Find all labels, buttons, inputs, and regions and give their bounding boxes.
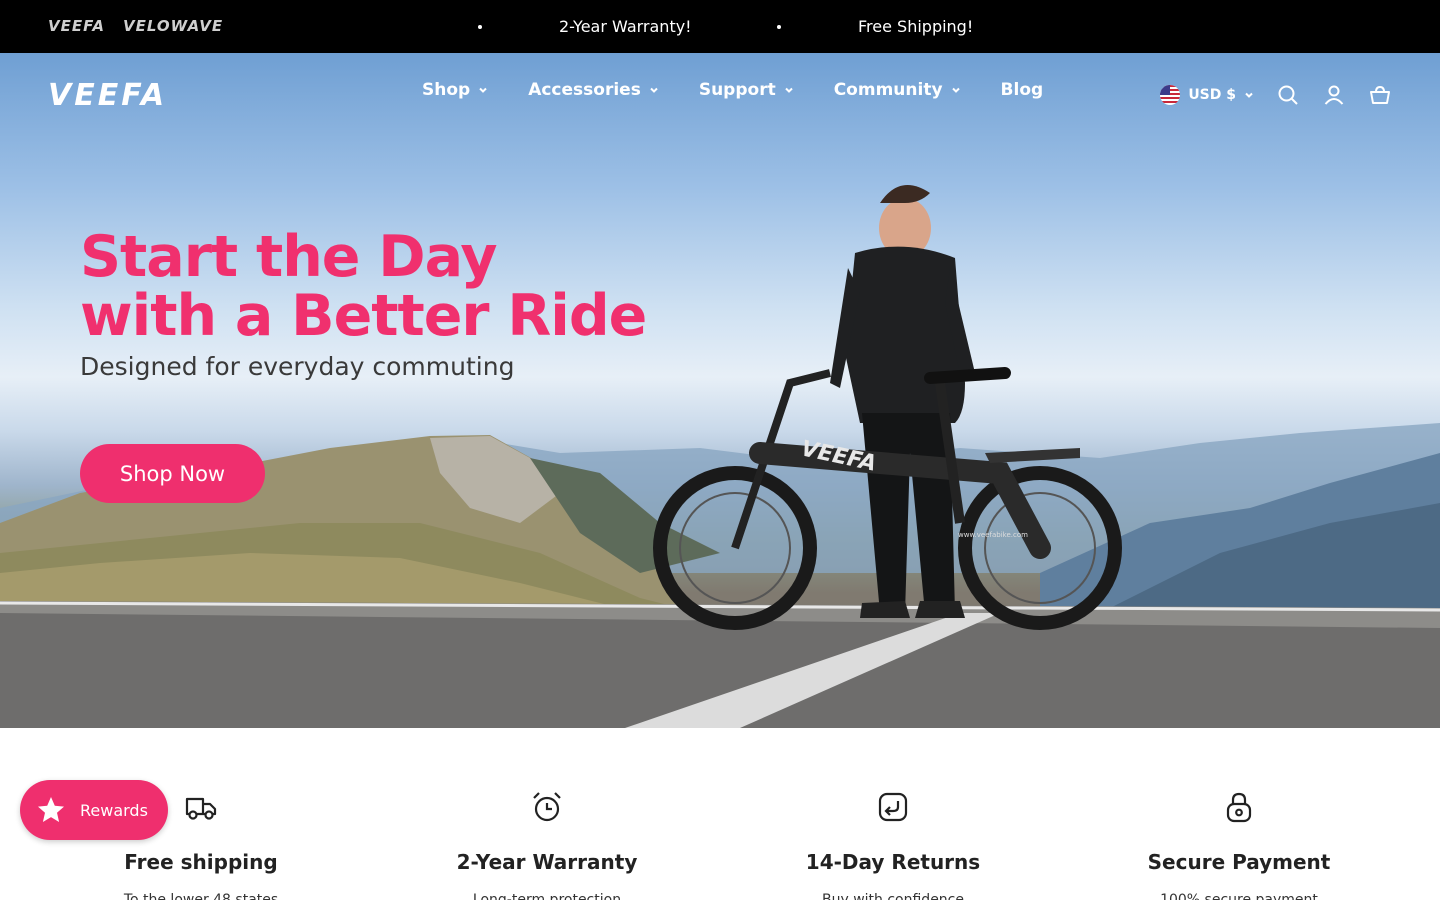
svg-text:VEEFA: VEEFA xyxy=(48,80,167,110)
chevron-down-icon xyxy=(951,87,960,93)
currency-selector[interactable]: USD $ xyxy=(1160,85,1254,105)
nav-support-label: Support xyxy=(698,80,776,100)
currency-label: USD $ xyxy=(1188,87,1236,103)
truck-icon xyxy=(185,797,217,820)
chevron-down-icon xyxy=(650,87,658,93)
star-icon xyxy=(38,797,64,822)
hero-title-line1: Start the Day xyxy=(80,224,497,290)
feature-title: Free shipping xyxy=(124,850,278,874)
nav-community-label: Community xyxy=(833,80,943,100)
nav-support[interactable]: Support xyxy=(699,80,794,100)
bike-url-label: www.veefabike.com xyxy=(958,531,1028,539)
hero-title: Start the Day with a Better Ride xyxy=(80,224,647,349)
nav-blog[interactable]: Blog xyxy=(1001,80,1044,100)
feature-description: To the lower 48 states xyxy=(123,892,279,900)
announcement-shipping: Free Shipping! xyxy=(858,17,974,36)
nav-accessories-label: Accessories xyxy=(528,80,641,100)
nav-blog-label: Blog xyxy=(1000,80,1044,100)
return-icon xyxy=(878,792,908,822)
lock-icon xyxy=(1226,792,1252,823)
nav-shop[interactable]: Shop xyxy=(422,80,488,100)
hero-banner: VEEFA www.veefabike.com xyxy=(0,53,1440,728)
feature-title: 14-Day Returns xyxy=(805,850,981,874)
brand-logo-velowave[interactable]: VELOWAVE xyxy=(123,17,223,35)
hero-background-image: VEEFA www.veefabike.com xyxy=(0,185,1440,728)
feature-description: Long-term protection xyxy=(472,892,622,900)
shop-now-button[interactable]: Shop Now xyxy=(80,444,265,503)
veefa-logo[interactable]: VEEFA xyxy=(48,80,218,110)
separator-dot xyxy=(777,25,781,29)
main-nav: Shop Accessories Support Community Blog xyxy=(422,80,1043,100)
header-actions: USD $ xyxy=(1160,83,1392,107)
brand-logo-veefa[interactable]: VEEFA xyxy=(48,17,105,35)
search-icon[interactable] xyxy=(1276,83,1300,107)
chevron-down-icon xyxy=(479,87,487,93)
feature-description: 100% secure payment xyxy=(1160,892,1318,900)
brand-switcher: VEEFA VELOWAVE xyxy=(48,17,223,35)
rewards-button[interactable]: Rewards xyxy=(20,780,168,840)
hero-title-line2: with a Better Ride xyxy=(80,283,647,349)
chevron-down-icon xyxy=(784,87,793,93)
chevron-down-icon xyxy=(1245,92,1253,98)
feature-title: 2-Year Warranty xyxy=(456,850,638,874)
alarm-clock-icon xyxy=(533,792,561,822)
rewards-label: Rewards xyxy=(80,800,148,820)
us-flag-icon xyxy=(1160,85,1181,105)
nav-community[interactable]: Community xyxy=(834,80,961,100)
account-icon[interactable] xyxy=(1322,83,1346,107)
features-strip: Free shipping To the lower 48 states 2-Y… xyxy=(0,728,1440,900)
feature-title: Secure Payment xyxy=(1147,850,1331,874)
feature-description: Buy with confidence xyxy=(821,892,964,900)
hero-subtitle: Designed for everyday commuting xyxy=(80,352,515,381)
announcement-warranty: 2-Year Warranty! xyxy=(559,17,692,36)
cart-icon[interactable] xyxy=(1368,83,1392,107)
announcement-bar: VEEFA VELOWAVE 2-Year Warranty! Free Shi… xyxy=(0,0,1440,53)
nav-shop-label: Shop xyxy=(422,80,471,100)
separator-dot xyxy=(478,25,482,29)
nav-accessories[interactable]: Accessories xyxy=(528,80,659,100)
